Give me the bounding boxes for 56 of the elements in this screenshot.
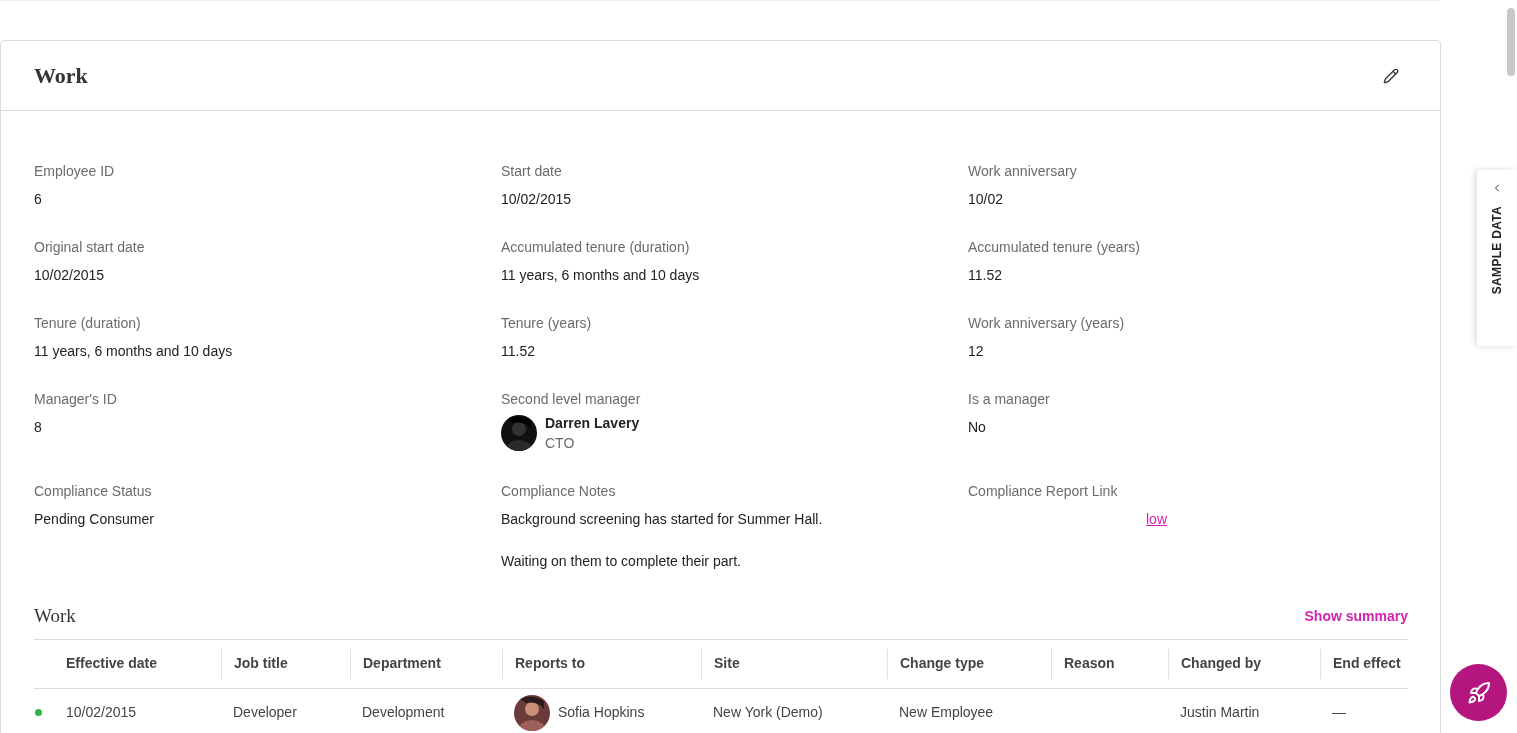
section-title: Work [34, 604, 76, 628]
table-cell-text: New York (Demo) [713, 703, 823, 722]
field-value: 12 [968, 342, 985, 361]
field-value: 10/02/2015 [34, 266, 106, 285]
column-header: Reports to [502, 648, 701, 679]
column-header: End effect [1320, 648, 1408, 679]
table-cell-text: — [1332, 703, 1346, 722]
field-label: Original start date [34, 238, 146, 257]
side-tab[interactable]: SAMPLE DATA [1477, 170, 1517, 346]
report-link[interactable]: low [1146, 511, 1167, 527]
rocket-icon [1466, 680, 1491, 705]
field-value: Pending Consumer [34, 510, 155, 529]
field-value: 6 [34, 190, 43, 209]
field-label: Work anniversary (years) [968, 314, 1126, 333]
note-text: Waiting on them to complete their part. [501, 552, 742, 571]
field-label: Tenure (duration) [34, 314, 142, 333]
field-value: 11 years, 6 months and 10 days [34, 342, 234, 361]
column-header: Changed by [1168, 648, 1320, 679]
field-label: Is a manager [968, 390, 1051, 409]
table-cell-text: Justin Martin [1180, 703, 1260, 722]
column-header: Reason [1051, 648, 1168, 679]
field-value: No [968, 418, 987, 437]
table-cell-text: Sofia Hopkins [558, 703, 645, 722]
field-value: 8 [34, 418, 43, 437]
field-label: Accumulated tenure (years) [968, 238, 1141, 257]
scrollbar-thumb [1507, 8, 1515, 76]
field-label: Accumulated tenure (duration) [501, 238, 691, 257]
field-label: Start date [501, 162, 563, 181]
field-value: 10/02 [968, 190, 1005, 209]
column-header: Job title [221, 648, 350, 679]
field-label: Compliance Notes [501, 482, 617, 501]
person-name: Darren Lavery [545, 414, 640, 433]
column-header: Site [701, 648, 887, 679]
field-label: Tenure (years) [501, 314, 593, 333]
field-label: Work anniversary [968, 162, 1078, 181]
field-value: 11.52 [501, 342, 536, 361]
show-summary-link[interactable]: Show summary [1304, 605, 1408, 627]
field-value: 10/02/2015 [501, 190, 573, 209]
field-label: Second level manager [501, 390, 642, 409]
table-cell-text: Development [362, 703, 445, 722]
note-text: Background screening has started for Summer Hall. [501, 510, 824, 529]
field-value: 11 years, 6 months and 10 days [501, 266, 701, 285]
field-label: Employee ID [34, 162, 116, 181]
person-role: CTO [545, 434, 576, 453]
field-label: Compliance Status [34, 482, 153, 501]
table-cell-text: New Employee [899, 703, 994, 722]
rocket-button[interactable] [1450, 664, 1507, 721]
table-cell-text: Developer [233, 703, 297, 722]
column-header: Department [350, 648, 502, 679]
column-header: Effective date [65, 654, 159, 673]
field-label: Compliance Report Link [968, 482, 1119, 501]
field-value: 11.52 [968, 266, 1003, 285]
table-cell-text: 10/02/2015 [66, 703, 137, 722]
card-title: Work [34, 62, 88, 90]
column-header: Change type [887, 648, 1051, 679]
field-label: Manager's ID [34, 390, 118, 409]
